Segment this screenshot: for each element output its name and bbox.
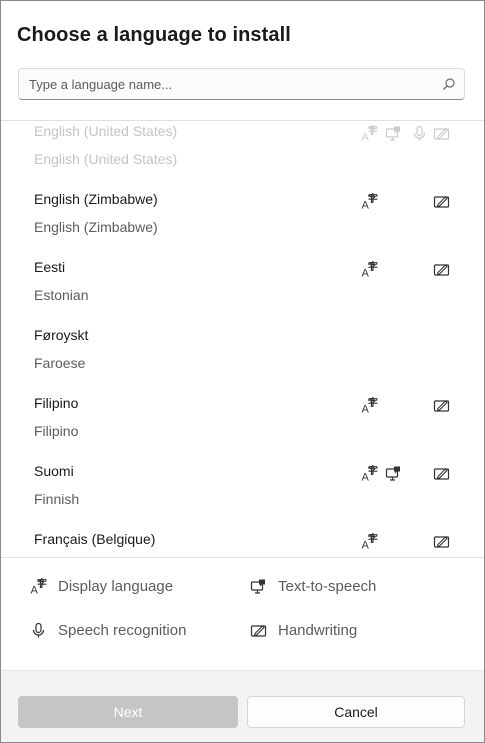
cancel-button[interactable]: Cancel xyxy=(247,696,465,728)
handwriting-icon xyxy=(433,397,450,414)
language-english-name: Estonian xyxy=(34,287,89,303)
display-language-icon xyxy=(361,465,378,482)
handwriting-icon xyxy=(433,533,450,550)
legend-label: Speech recognition xyxy=(58,622,187,639)
language-native-name: Français (Belgique) xyxy=(34,531,156,547)
search-icon[interactable] xyxy=(442,77,456,91)
display-language-icon xyxy=(361,261,378,278)
handwriting-icon xyxy=(433,465,450,482)
dialog-title: Choose a language to install xyxy=(17,24,291,46)
language-row-filipino[interactable]: Filipino Filipino xyxy=(1,395,484,463)
language-english-name: Filipino xyxy=(34,423,79,439)
legend-label: Display language xyxy=(58,578,174,595)
language-list[interactable]: English (United States) English (United … xyxy=(1,121,484,557)
divider xyxy=(1,557,484,558)
language-row-english-united-states[interactable]: English (United States) English (United … xyxy=(1,123,484,191)
text-to-speech-icon xyxy=(250,578,267,595)
legend-label: Text-to-speech xyxy=(278,578,377,595)
language-native-name: Eesti xyxy=(34,259,66,275)
language-native-name: Føroyskt xyxy=(34,327,89,343)
language-english-name: Finnish xyxy=(34,491,80,507)
text-to-speech-icon xyxy=(385,125,402,142)
language-english-name: English (Zimbabwe) xyxy=(34,219,158,235)
language-english-name: English (United States) xyxy=(34,151,178,167)
language-row-foroyskt[interactable]: Føroyskt Faroese xyxy=(1,327,484,395)
display-language-icon xyxy=(361,533,378,550)
language-row-english-zimbabwe[interactable]: English (Zimbabwe) English (Zimbabwe) xyxy=(1,191,484,259)
search-input[interactable] xyxy=(29,69,429,99)
display-language-icon xyxy=(361,193,378,210)
dialog-footer: Next Cancel xyxy=(1,670,484,742)
language-native-name: Filipino xyxy=(34,395,79,411)
display-language-icon xyxy=(30,578,47,595)
text-to-speech-icon xyxy=(385,465,402,482)
handwriting-icon xyxy=(433,193,450,210)
language-native-name: English (Zimbabwe) xyxy=(34,191,158,207)
language-native-name: Suomi xyxy=(34,463,74,479)
microphone-icon xyxy=(411,125,428,142)
microphone-icon xyxy=(30,622,47,639)
display-language-icon xyxy=(361,125,378,142)
handwriting-icon xyxy=(433,125,450,142)
handwriting-icon xyxy=(250,622,267,639)
language-row-francais-belgique[interactable]: Français (Belgique) xyxy=(1,531,484,557)
display-language-icon xyxy=(361,397,378,414)
language-native-name: English (United States) xyxy=(34,123,178,139)
language-row-eesti[interactable]: Eesti Estonian xyxy=(1,259,484,327)
legend-label: Handwriting xyxy=(278,622,358,639)
language-install-dialog: Choose a language to install English (Un… xyxy=(0,0,485,743)
language-row-suomi[interactable]: Suomi Finnish xyxy=(1,463,484,531)
handwriting-icon xyxy=(433,261,450,278)
language-english-name: Faroese xyxy=(34,355,86,371)
next-button[interactable]: Next xyxy=(18,696,238,728)
search-box[interactable] xyxy=(18,68,465,100)
